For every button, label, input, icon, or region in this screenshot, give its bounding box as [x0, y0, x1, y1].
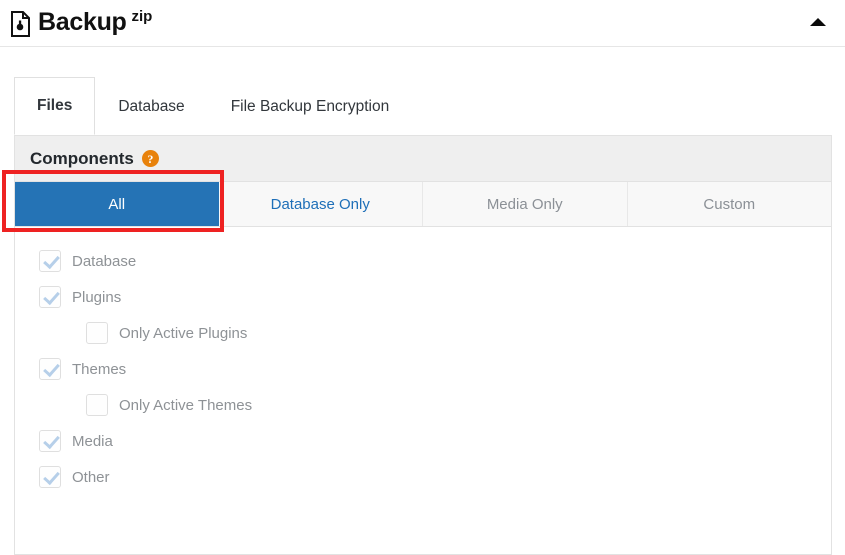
checkbox-database[interactable]: [39, 250, 61, 272]
checkbox-other-label: Other: [72, 468, 110, 486]
checkbox-row-themes[interactable]: Themes: [39, 351, 831, 387]
components-title: Components: [30, 148, 134, 168]
tab-database[interactable]: Database: [95, 77, 207, 135]
page-title: Backup: [38, 8, 127, 36]
checkbox-plugins-label: Plugins: [72, 288, 122, 306]
checkbox-media-label: Media: [72, 432, 113, 450]
brand-superscript: zip: [131, 8, 153, 25]
collapse-panel-button[interactable]: [809, 14, 827, 30]
checkbox-row-media[interactable]: Media: [39, 423, 831, 459]
components-panel-header: Components ?: [15, 136, 831, 182]
checkbox-themes-label: Themes: [72, 360, 127, 378]
checkbox-themes[interactable]: [39, 358, 61, 380]
tab-files-label: Files: [37, 97, 73, 114]
checkbox-only-active-themes[interactable]: [86, 394, 108, 416]
help-icon[interactable]: ?: [141, 150, 159, 167]
app-header: Backup zip: [0, 0, 845, 47]
checkbox-row-plugins[interactable]: Plugins: [39, 279, 831, 315]
checkbox-row-only-active-plugins[interactable]: Only Active Plugins: [39, 315, 831, 351]
checkbox-only-active-themes-label: Only Active Themes: [119, 396, 253, 414]
checkbox-row-only-active-themes[interactable]: Only Active Themes: [39, 387, 831, 423]
segment-media-only-label: Media Only: [486, 195, 563, 213]
checkbox-media[interactable]: [39, 430, 61, 452]
segment-custom[interactable]: Custom: [627, 182, 831, 226]
segment-custom-label: Custom: [703, 195, 756, 213]
caret-up-icon: [810, 18, 826, 26]
checkbox-only-active-plugins[interactable]: [86, 322, 108, 344]
tab-bar: Files Database File Backup Encryption: [0, 77, 845, 135]
checkbox-row-other[interactable]: Other: [39, 459, 831, 495]
components-panel: Components ? All Database Only Media Onl…: [2, 135, 832, 555]
segment-all-wrapper: All: [2, 170, 224, 232]
segment-all[interactable]: All: [15, 182, 219, 226]
segment-database-only[interactable]: Database Only: [218, 182, 423, 226]
checkbox-only-active-plugins-label: Only Active Plugins: [119, 324, 248, 342]
tab-database-label: Database: [118, 97, 185, 115]
checkbox-row-database[interactable]: Database: [39, 243, 831, 279]
document-lock-icon: [10, 11, 32, 37]
segment-database-only-label: Database Only: [270, 195, 370, 213]
segment-all-label: All: [108, 195, 126, 213]
component-preset-segmented-control: All Database Only Media Only Custom: [2, 170, 831, 232]
checkbox-other[interactable]: [39, 466, 61, 488]
tab-file-backup-encryption-label: File Backup Encryption: [230, 97, 390, 115]
components-checklist: Database Plugins Only Active Plugins The…: [15, 227, 831, 495]
brand: Backup zip: [10, 8, 153, 37]
tab-file-backup-encryption[interactable]: File Backup Encryption: [208, 77, 413, 135]
checkbox-plugins[interactable]: [39, 286, 61, 308]
tab-files[interactable]: Files: [14, 77, 96, 135]
segment-media-only[interactable]: Media Only: [423, 182, 628, 226]
checkbox-database-label: Database: [72, 252, 137, 270]
